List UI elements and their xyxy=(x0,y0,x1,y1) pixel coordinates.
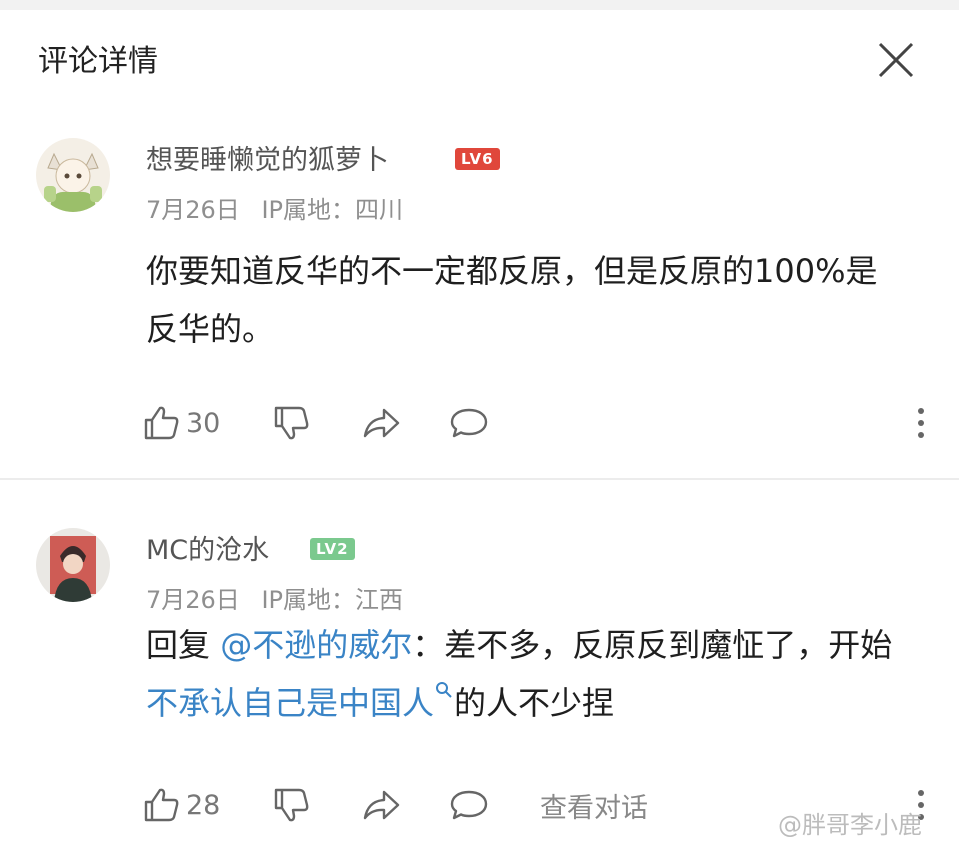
username[interactable]: 想要睡懒觉的狐萝卜 xyxy=(146,138,389,177)
like-count: 30 xyxy=(186,407,221,439)
level-badge: LV2 xyxy=(310,538,355,560)
comment-text: 回复 @不逊的威尔：差不多，反原反到魔怔了，开始不承认自己是中国人 的人不少捏 xyxy=(146,616,906,732)
thumbs-down-icon xyxy=(274,406,309,440)
more-options-button[interactable] xyxy=(900,398,942,448)
like-count: 28 xyxy=(186,789,221,821)
search-icon xyxy=(436,682,452,698)
level-badge: LV6 xyxy=(455,148,500,170)
divider xyxy=(0,478,959,480)
comment-date: 7月26日 xyxy=(146,196,240,224)
like-button[interactable]: 30 xyxy=(140,398,220,448)
comment-item: 想要睡懒觉的狐萝卜 LV6 7月26日 IP属地：四川 你要知道反华的不一定都反… xyxy=(0,130,959,476)
comment-meta: 7月26日 IP属地：江西 xyxy=(146,580,403,615)
close-button[interactable] xyxy=(870,34,922,86)
dislike-button[interactable] xyxy=(270,398,312,448)
username[interactable]: MC的沧水 xyxy=(146,528,269,567)
comment-meta: 7月26日 IP属地：四川 xyxy=(146,190,403,225)
comment-detail-header: 评论详情 xyxy=(0,10,959,100)
close-icon xyxy=(878,42,914,78)
avatar[interactable] xyxy=(36,528,110,602)
comment-text-part: ：差不多，反原反到魔怔了，开始 xyxy=(412,626,893,664)
comment-text-part: 的人不少捏 xyxy=(454,684,615,722)
share-button[interactable] xyxy=(360,780,402,830)
comment-actions: 30 xyxy=(140,398,959,448)
view-conversation-link[interactable]: 查看对话 xyxy=(540,786,648,825)
comment-text: 你要知道反华的不一定都反原，但是反原的100%是反华的。 xyxy=(146,252,878,348)
thumbs-up-icon xyxy=(144,406,179,440)
anime-fox-avatar-icon xyxy=(36,138,110,212)
share-button[interactable] xyxy=(360,398,402,448)
comment-bubble-icon xyxy=(450,408,488,438)
comment-date: 7月26日 xyxy=(146,586,240,614)
reply-button[interactable] xyxy=(448,780,490,830)
avatar[interactable] xyxy=(36,138,110,212)
comment-bubble-icon xyxy=(450,790,488,820)
reply-button[interactable] xyxy=(448,398,490,448)
watermark: @胖哥李小鹿 xyxy=(778,811,922,839)
topic-label: 不承认自己是中国人 xyxy=(146,684,435,722)
more-vertical-icon xyxy=(918,408,924,438)
comment-item: MC的沧水 LV2 7月26日 IP属地：江西 回复 @不逊的威尔：差不多，反原… xyxy=(0,520,959,843)
comment-ip: IP属地：四川 xyxy=(261,196,404,224)
comment-ip: IP属地：江西 xyxy=(261,586,404,614)
share-arrow-icon xyxy=(363,790,400,820)
dislike-button[interactable] xyxy=(270,780,312,830)
like-button[interactable]: 28 xyxy=(140,780,220,830)
anime-character-avatar-icon xyxy=(36,528,110,602)
thumbs-down-icon xyxy=(274,788,309,822)
reply-prefix: 回复 xyxy=(146,626,211,664)
thumbs-up-icon xyxy=(144,788,179,822)
share-arrow-icon xyxy=(363,408,400,438)
status-strip xyxy=(0,0,959,10)
page-title: 评论详情 xyxy=(38,44,158,79)
topic-search-link[interactable]: 不承认自己是中国人 xyxy=(146,682,454,722)
mention-link[interactable]: @不逊的威尔 xyxy=(220,626,412,664)
